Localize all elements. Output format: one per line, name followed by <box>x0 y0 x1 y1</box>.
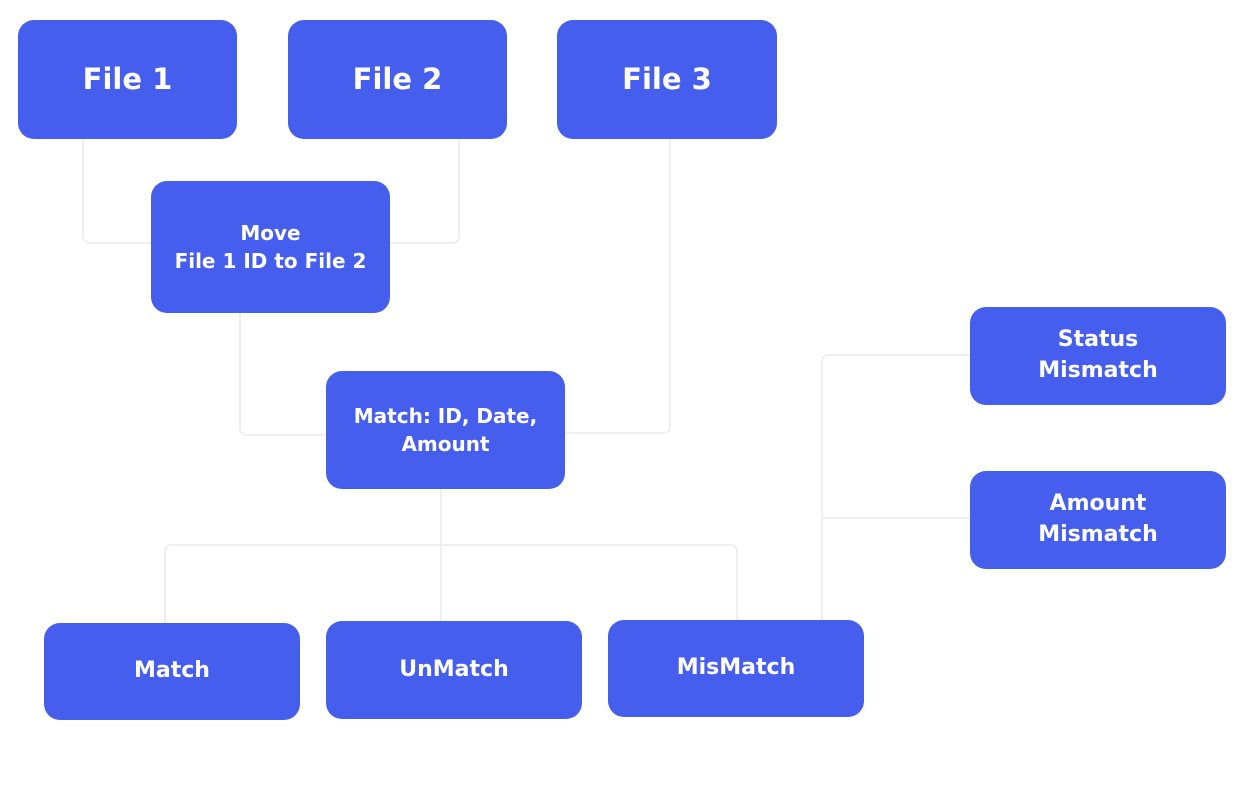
connector-file2-move <box>390 139 460 244</box>
node-unmatch: UnMatch <box>326 621 582 719</box>
node-file-2: File 2 <box>288 20 507 139</box>
node-match-criteria: Match: ID, Date, Amount <box>326 371 565 489</box>
node-match: Match <box>44 623 300 720</box>
node-status-mismatch: Status Mismatch <box>970 307 1226 405</box>
connector-match-match <box>164 544 441 623</box>
connector-file3-match <box>565 139 671 434</box>
node-file-1: File 1 <box>18 20 237 139</box>
node-amount-mismatch: Amount Mismatch <box>970 471 1226 569</box>
connector-move-match <box>239 313 326 436</box>
connector-mismatch-status <box>821 354 970 620</box>
node-file-3: File 3 <box>557 20 777 139</box>
connector-match-mismatch <box>441 544 738 620</box>
node-mismatch: MisMatch <box>608 620 864 717</box>
node-move-id: Move File 1 ID to File 2 <box>151 181 390 313</box>
connector-file1-move <box>82 139 151 244</box>
